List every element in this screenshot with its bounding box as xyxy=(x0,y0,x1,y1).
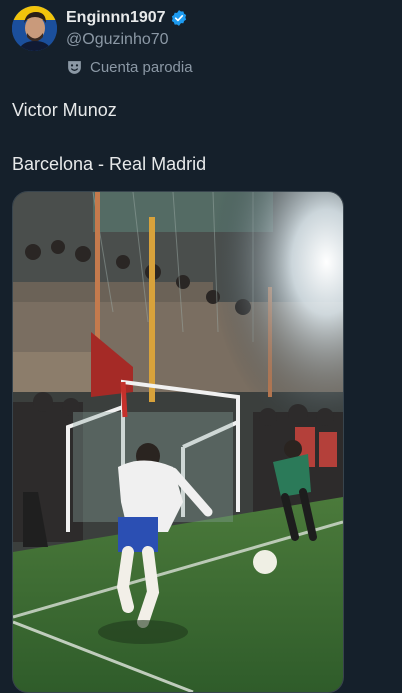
verified-badge-icon xyxy=(171,10,186,26)
author-name-row[interactable]: Enginnn1907 xyxy=(66,8,188,28)
video-frame-image xyxy=(13,192,343,692)
avatar[interactable] xyxy=(12,6,57,51)
parody-mask-icon xyxy=(68,60,81,74)
avatar-image xyxy=(12,6,57,51)
tweet-line-1: Victor Munoz xyxy=(12,100,117,120)
tweet-line-2: Barcelona - Real Madrid xyxy=(12,154,207,174)
author-handle[interactable]: @Oguzinho70 xyxy=(66,31,169,49)
tweet-video[interactable] xyxy=(12,191,344,693)
parody-label-text: Cuenta parodia xyxy=(90,58,193,76)
parody-label: Cuenta parodia xyxy=(66,57,193,77)
author-display-name[interactable]: Enginnn1907 xyxy=(66,9,166,27)
tweet-text: Victor Munoz Barcelona - Real Madrid xyxy=(12,98,392,176)
